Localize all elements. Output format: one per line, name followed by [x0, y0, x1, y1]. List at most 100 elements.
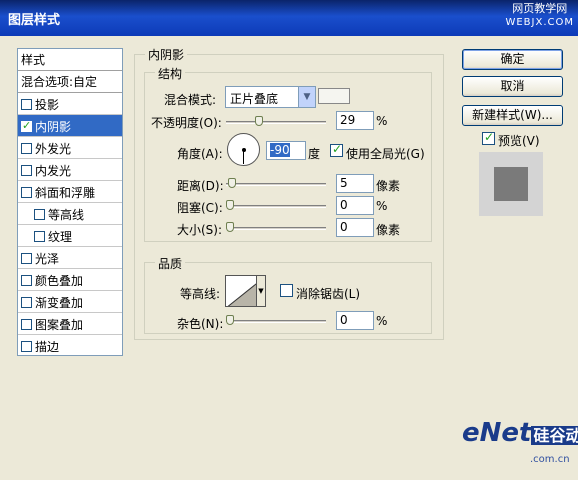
style-list-header[interactable]: 样式 — [18, 49, 122, 71]
watermark-top-line2: WEBJX.COM — [505, 17, 574, 28]
size-label: 大小(S): — [177, 223, 223, 237]
style-item-label: 内发光 — [35, 163, 72, 178]
noise-unit: % — [376, 314, 388, 328]
style-list-item[interactable]: 斜面和浮雕 — [18, 181, 122, 203]
style-list-item[interactable]: 外发光 — [18, 137, 122, 159]
watermark-top: 网页教学网 WEBJX.COM — [505, 2, 574, 30]
style-list-item[interactable]: 投影 — [18, 93, 122, 115]
angle-unit: 度 — [308, 147, 321, 161]
angle-dial[interactable] — [227, 133, 260, 166]
angle-label: 角度(A): — [177, 147, 223, 161]
opacity-input[interactable]: 29 — [336, 111, 374, 130]
angle-input[interactable]: -90 — [266, 141, 306, 160]
style-preview — [479, 152, 543, 216]
distance-slider-track[interactable] — [226, 183, 326, 186]
style-list-item[interactable]: 光泽 — [18, 247, 122, 269]
blend-mode-select[interactable]: 正片叠底 ▼ — [225, 86, 316, 108]
style-item-label: 颜色叠加 — [35, 273, 84, 288]
window-title: 图层样式 — [8, 13, 61, 28]
choke-slider-track[interactable] — [226, 205, 326, 208]
size-slider-thumb[interactable] — [226, 222, 234, 232]
style-list: 样式 混合选项:自定 投影内阴影外发光内发光斜面和浮雕等高线纹理光泽颜色叠加渐变… — [17, 48, 123, 356]
style-list-item[interactable]: 图案叠加 — [18, 313, 122, 335]
style-item-checkbox[interactable] — [21, 119, 32, 132]
distance-input[interactable]: 5 — [336, 174, 374, 193]
noise-slider-track[interactable] — [226, 320, 326, 323]
contour-label: 等高线: — [180, 287, 221, 301]
opacity-slider-thumb[interactable] — [255, 116, 263, 126]
style-list-item[interactable]: 等高线 — [18, 203, 122, 225]
angle-dial-needle — [243, 150, 244, 164]
size-input[interactable]: 0 — [336, 218, 374, 237]
size-unit: 像素 — [376, 223, 401, 237]
angle-dial-center — [242, 148, 246, 152]
opacity-unit: % — [376, 114, 388, 128]
style-item-label: 渐变叠加 — [35, 295, 84, 310]
chevron-down-icon: ▼ — [258, 287, 264, 295]
distance-slider-thumb[interactable] — [228, 178, 236, 188]
choke-input[interactable]: 0 — [336, 196, 374, 215]
watermark-top-line1: 网页教学网 — [512, 2, 568, 15]
style-item-label: 图案叠加 — [35, 317, 84, 332]
watermark-domain: .com.cn — [530, 454, 570, 465]
style-item-checkbox[interactable] — [34, 230, 45, 242]
cancel-button[interactable]: 取消 — [462, 76, 563, 97]
choke-label: 阻塞(C): — [177, 201, 223, 215]
opacity-slider-track[interactable] — [226, 121, 326, 124]
choke-unit: % — [376, 199, 388, 213]
noise-label: 杂色(N): — [177, 317, 224, 331]
contour-dropdown[interactable]: ▼ — [256, 275, 266, 307]
style-list-item[interactable]: 内阴影 — [18, 115, 122, 137]
watermark-bottom: eNet硅谷动力 — [462, 418, 578, 448]
style-list-item[interactable]: 纹理 — [18, 225, 122, 247]
style-item-checkbox[interactable] — [21, 252, 32, 264]
inner-shadow-title: 内阴影 — [145, 46, 188, 63]
style-item-label: 投影 — [35, 97, 60, 112]
style-list-item[interactable]: 内发光 — [18, 159, 122, 181]
style-item-label: 内阴影 — [35, 119, 72, 134]
quality-title: 品质 — [155, 255, 186, 272]
structure-title: 结构 — [155, 65, 186, 82]
chevron-down-icon: ▼ — [298, 87, 315, 107]
opacity-label: 不透明度(O): — [151, 116, 222, 130]
style-item-label: 纹理 — [48, 229, 73, 244]
style-item-checkbox[interactable] — [21, 164, 32, 176]
style-item-checkbox[interactable] — [21, 340, 32, 352]
blend-mode-label: 混合模式: — [164, 93, 217, 107]
noise-slider-thumb[interactable] — [226, 315, 234, 325]
choke-slider-thumb[interactable] — [226, 200, 234, 210]
style-item-checkbox[interactable] — [21, 186, 32, 198]
shadow-color-swatch[interactable] — [318, 88, 350, 104]
layer-style-dialog: 样式 混合选项:自定 投影内阴影外发光内发光斜面和浮雕等高线纹理光泽颜色叠加渐变… — [0, 36, 578, 480]
noise-input[interactable]: 0 — [336, 311, 374, 330]
new-style-button[interactable]: 新建样式(W)... — [462, 105, 563, 126]
style-item-checkbox[interactable] — [21, 142, 32, 154]
use-global-light-label[interactable]: 使用全局光(G) — [346, 145, 425, 162]
style-item-checkbox[interactable] — [21, 296, 32, 308]
size-slider-track[interactable] — [226, 227, 326, 230]
style-item-checkbox[interactable] — [21, 98, 32, 110]
title-bar: 图层样式 网页教学网 WEBJX.COM — [0, 0, 578, 36]
angle-value: -90 — [270, 143, 290, 157]
distance-unit: 像素 — [376, 179, 401, 193]
style-item-label: 描边 — [35, 339, 60, 354]
blend-options-item[interactable]: 混合选项:自定 — [18, 71, 122, 93]
style-item-label: 光泽 — [35, 251, 60, 266]
blend-mode-value: 正片叠底 — [230, 92, 279, 106]
ok-button[interactable]: 确定 — [462, 49, 563, 70]
anti-alias-label[interactable]: 消除锯齿(L) — [296, 285, 360, 302]
watermark-brand: eNet — [462, 418, 532, 448]
preview-checkbox[interactable] — [482, 130, 495, 145]
style-item-label: 斜面和浮雕 — [35, 185, 96, 200]
style-item-checkbox[interactable] — [34, 208, 45, 220]
style-list-item[interactable]: 渐变叠加 — [18, 291, 122, 313]
style-item-checkbox[interactable] — [21, 318, 32, 330]
style-item-checkbox[interactable] — [21, 274, 32, 286]
style-list-item[interactable]: 颜色叠加 — [18, 269, 122, 291]
preview-label[interactable]: 预览(V) — [498, 132, 540, 149]
use-global-light-checkbox[interactable] — [330, 142, 343, 157]
style-item-label: 等高线 — [48, 207, 85, 222]
anti-alias-checkbox[interactable] — [280, 284, 293, 297]
style-list-item[interactable]: 描边 — [18, 335, 122, 357]
style-preview-swatch — [494, 167, 528, 201]
